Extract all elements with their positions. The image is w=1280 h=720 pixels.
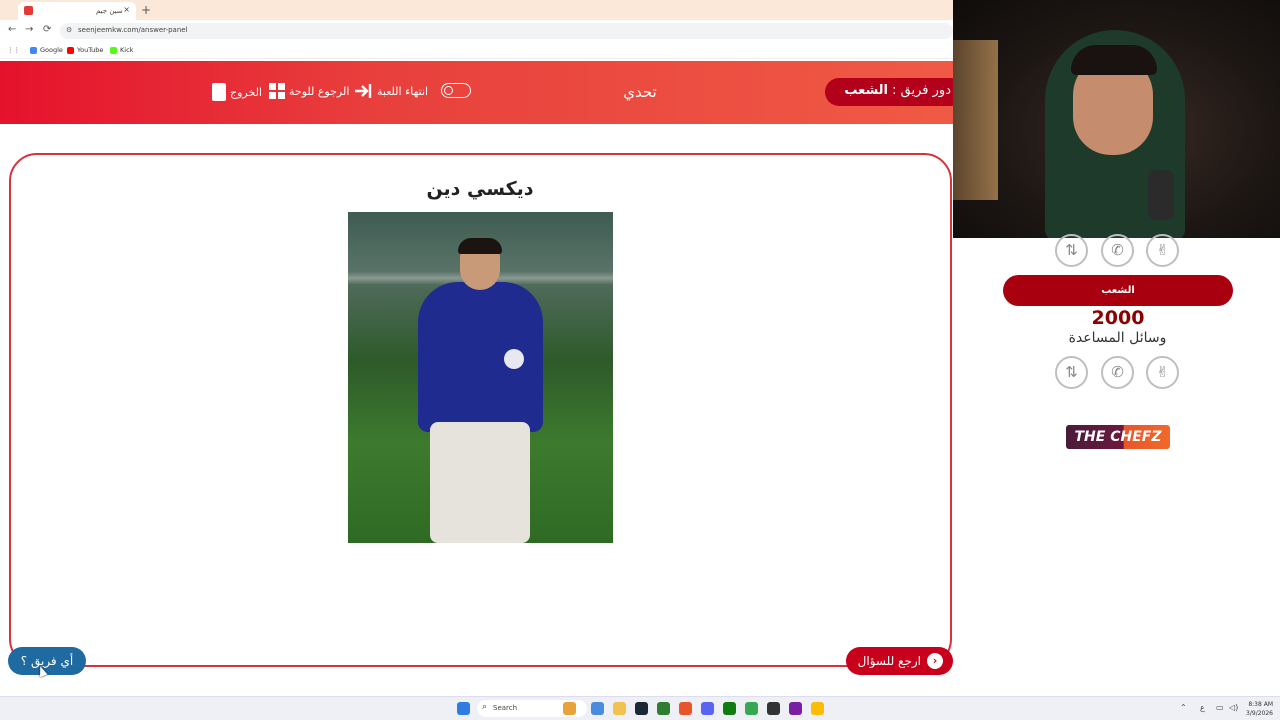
- app-icon[interactable]: [657, 702, 670, 715]
- peace-hand-lifeline-icon[interactable]: ✌: [1146, 356, 1179, 389]
- chrome-icon[interactable]: [745, 702, 758, 715]
- chrome-active-icon[interactable]: [811, 702, 824, 715]
- google-icon: [30, 46, 37, 54]
- new-tab-button[interactable]: +: [141, 3, 151, 17]
- clock-date: 3/9/2026: [1246, 710, 1273, 717]
- xbox-icon[interactable]: [723, 702, 736, 715]
- board-grid-icon: [269, 83, 285, 99]
- obs-icon[interactable]: [767, 702, 780, 715]
- door-exit-icon: [212, 83, 226, 101]
- phone-lifeline-icon[interactable]: ✆: [1101, 234, 1134, 267]
- back-to-board-label: الرجوع للوحة: [289, 84, 350, 98]
- page-title: تحدي: [623, 83, 657, 101]
- which-team-button[interactable]: أي فريق ؟: [8, 647, 86, 675]
- swap-lifeline-icon[interactable]: ⇅: [1055, 356, 1088, 389]
- back-to-board-item[interactable]: الرجوع للوحة: [269, 83, 349, 99]
- sponsor-logo: THE CHEFZ: [1066, 425, 1170, 449]
- copilot-icon[interactable]: [591, 702, 604, 715]
- browser-toolbar: ← → ⟳ ⚙ seenjeemkw.com/answer-panel: [0, 20, 953, 42]
- firefox-icon[interactable]: [679, 702, 692, 715]
- answer-photo: [348, 212, 613, 543]
- phone-lifeline-icon[interactable]: ✆: [1101, 356, 1134, 389]
- site-favicon-icon: [24, 6, 33, 15]
- bookmark-label: Kick: [120, 46, 134, 54]
- webcam-overlay: [953, 0, 1280, 238]
- exit-item[interactable]: الخروج: [212, 83, 262, 101]
- widget-icon[interactable]: [563, 702, 576, 715]
- language-indicator[interactable]: ع: [1200, 703, 1205, 712]
- end-game-label: انتهاء اللعبة: [377, 84, 429, 98]
- turn-indicator: دور فريق : الشعب: [825, 78, 965, 106]
- search-icon: ⌕: [482, 702, 488, 712]
- bookmark-label: Google: [40, 46, 63, 54]
- bookmark-label: YouTube: [77, 46, 104, 54]
- browser-tab[interactable]: سين جيم ×: [18, 2, 136, 20]
- browser-tabstrip: سين جيم × +: [0, 0, 953, 20]
- answer-title: ديكسي دين: [426, 178, 534, 200]
- turn-prefix: دور فريق :: [892, 83, 951, 98]
- swap-lifeline-icon[interactable]: ⇅: [1055, 234, 1088, 267]
- end-game-toggle[interactable]: [441, 83, 471, 98]
- team-name-badge: الشعب: [1003, 275, 1233, 306]
- reload-icon[interactable]: ⟳: [43, 24, 51, 35]
- aids-label: وسائل المساعدة: [1068, 330, 1167, 346]
- team-score: 2000: [1091, 307, 1145, 329]
- kick-icon: [110, 46, 117, 54]
- back-arrow-icon[interactable]: ←: [8, 24, 16, 35]
- site-info-icon[interactable]: ⚙: [66, 26, 72, 34]
- windows-start-icon[interactable]: [457, 702, 470, 715]
- youtube-icon: [67, 46, 74, 54]
- discord-icon[interactable]: [701, 702, 714, 715]
- volume-icon[interactable]: ◁): [1229, 703, 1238, 712]
- club-badge-icon: [504, 349, 524, 369]
- bookmark-youtube[interactable]: YouTube: [67, 46, 103, 54]
- app-icon[interactable]: [789, 702, 802, 715]
- back-to-question-button[interactable]: ارجع للسؤال ›: [846, 647, 953, 675]
- tab-close-icon[interactable]: ×: [123, 5, 130, 14]
- exit-label: الخروج: [230, 85, 262, 99]
- peace-hand-lifeline-icon[interactable]: ✌: [1146, 234, 1179, 267]
- forward-arrow-icon[interactable]: →: [25, 24, 33, 35]
- bookmark-google[interactable]: Google: [30, 46, 63, 54]
- back-to-question-label: ارجع للسؤال: [857, 654, 921, 668]
- file-explorer-icon[interactable]: [613, 702, 626, 715]
- toggle-switch[interactable]: [441, 83, 471, 98]
- tray-chevron-icon[interactable]: ⌃: [1180, 703, 1187, 712]
- network-icon[interactable]: ▭: [1216, 703, 1224, 712]
- screen: سين جيم × + ← → ⟳ ⚙ seenjeemkw.com/answe…: [0, 0, 1280, 720]
- apps-grid-icon[interactable]: ⋮⋮: [7, 46, 20, 54]
- end-game-item[interactable]: انتهاء اللعبة: [353, 83, 428, 99]
- site-header: دور فريق : الشعب تحدي انتهاء اللعبة الرج…: [0, 61, 965, 124]
- bookmarks-bar: ⋮⋮ Google YouTube Kick: [0, 42, 953, 59]
- exit-arrow-icon: [355, 84, 372, 98]
- address-bar[interactable]: ⚙ seenjeemkw.com/answer-panel: [60, 23, 953, 39]
- clock-time: 8:38 AM: [1248, 701, 1273, 708]
- taskbar-clock[interactable]: 8:38 AM 3/9/2026: [1243, 700, 1273, 718]
- bookmark-kick[interactable]: Kick: [110, 46, 133, 54]
- turn-team-name: الشعب: [844, 83, 889, 98]
- os-taskbar: ⌕ Search ⌃ ع ▭ ◁) 8:38 AM 3/9/2026: [0, 696, 1280, 720]
- steam-icon[interactable]: [635, 702, 648, 715]
- taskbar-search-label: Search: [493, 704, 518, 712]
- chevron-right-icon: ›: [927, 653, 943, 669]
- tab-title: سين جيم: [96, 7, 123, 15]
- url-text: seenjeemkw.com/answer-panel: [78, 26, 188, 34]
- microphone-icon: [1148, 170, 1174, 220]
